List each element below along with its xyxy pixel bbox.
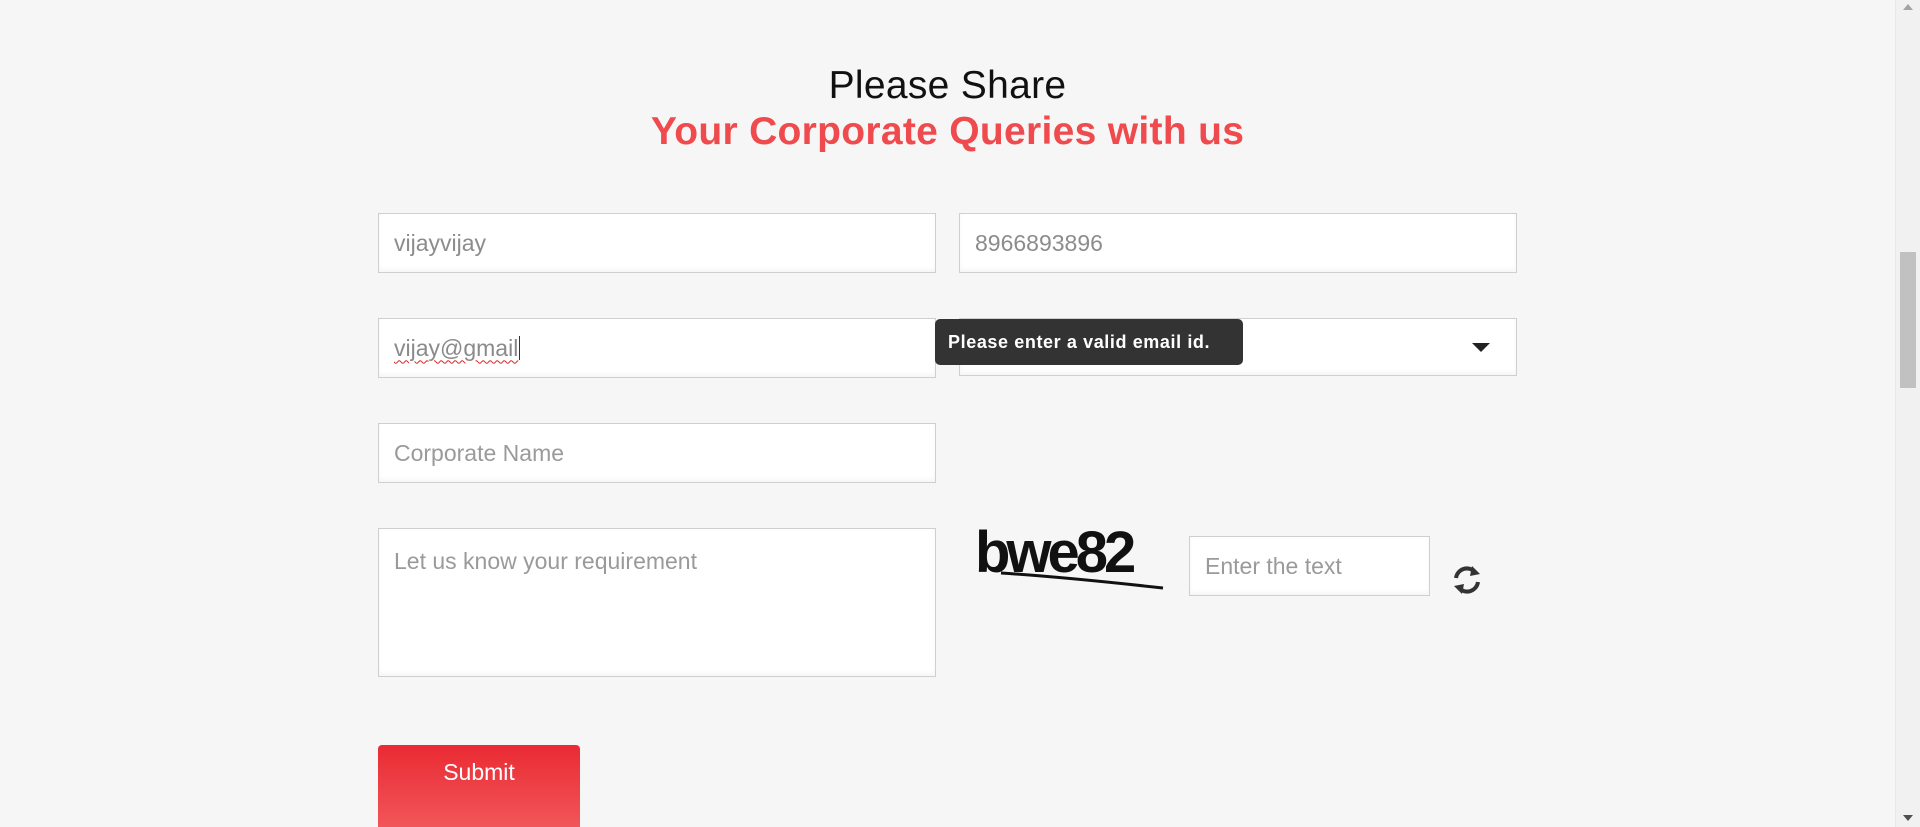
requirement-textarea[interactable]: Let us know your requirement bbox=[378, 528, 936, 677]
scrollbar[interactable] bbox=[1895, 0, 1920, 827]
scroll-down-icon[interactable] bbox=[1903, 815, 1913, 821]
email-input[interactable]: vijay@gmail bbox=[378, 318, 936, 378]
page: Please Share Your Corporate Queries with… bbox=[0, 0, 1920, 827]
requirement-placeholder: Let us know your requirement bbox=[394, 548, 697, 574]
phone-input-value: 8966893896 bbox=[975, 229, 1103, 256]
validation-tooltip-text: Please enter a valid email id. bbox=[948, 331, 1211, 352]
heading-title: Please Share bbox=[828, 64, 1067, 107]
phone-input[interactable]: 8966893896 bbox=[959, 213, 1517, 273]
heading-subtitle: Your Corporate Queries with us bbox=[650, 110, 1245, 153]
refresh-icon[interactable] bbox=[1450, 563, 1484, 597]
corporate-name-input[interactable]: Corporate Name bbox=[378, 423, 936, 483]
scrollbar-thumb[interactable] bbox=[1900, 252, 1916, 388]
email-input-value: vijay@gmail bbox=[394, 334, 519, 361]
captcha-input-placeholder: Enter the text bbox=[1205, 552, 1342, 579]
scroll-up-icon[interactable] bbox=[1903, 4, 1913, 10]
corporate-name-placeholder: Corporate Name bbox=[394, 439, 565, 466]
captcha-image: bwe82 bbox=[975, 525, 1164, 590]
validation-tooltip: Please enter a valid email id. bbox=[935, 319, 1243, 365]
chevron-down-icon bbox=[1472, 343, 1490, 352]
captcha-input[interactable]: Enter the text bbox=[1189, 536, 1430, 596]
form-heading: Please Share Your Corporate Queries with… bbox=[0, 63, 1895, 155]
name-input-value: vijayvijay bbox=[394, 229, 487, 256]
name-input[interactable]: vijayvijay bbox=[378, 213, 936, 273]
submit-button[interactable]: Submit bbox=[378, 745, 580, 827]
text-cursor bbox=[519, 336, 521, 360]
